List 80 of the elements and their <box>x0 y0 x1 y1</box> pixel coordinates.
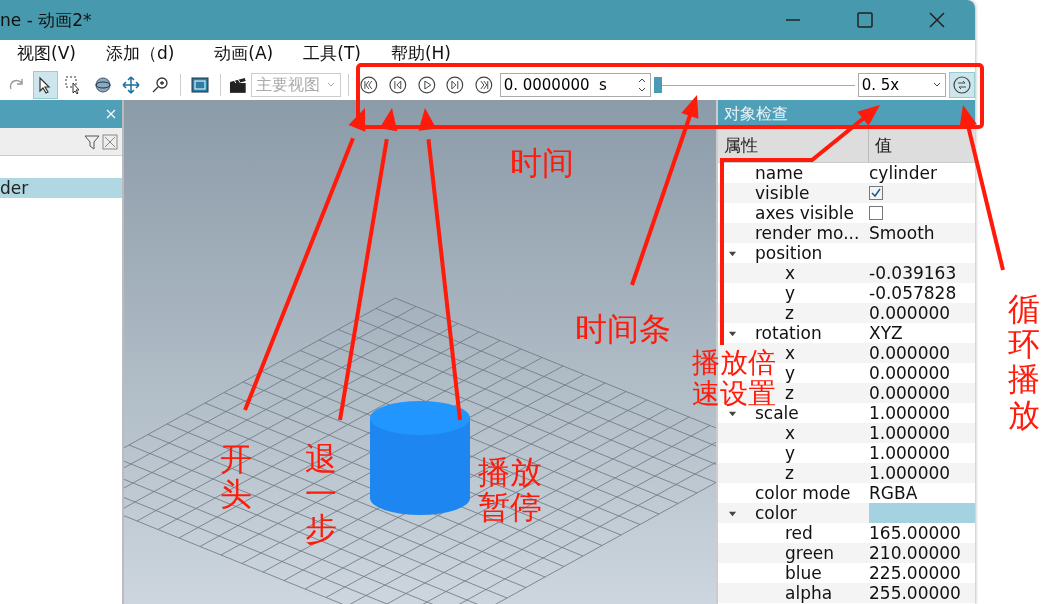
property-name: render mo... <box>755 223 860 243</box>
property-name: axes visible <box>755 203 854 223</box>
property-value: 0.000000 <box>869 343 951 363</box>
property-name: alpha <box>785 583 833 603</box>
menu-item[interactable]: 工具(T) <box>303 42 361 65</box>
close-icon[interactable] <box>106 109 116 119</box>
property-value: 165.00000 <box>869 523 961 543</box>
annotation-label: 退一步 <box>305 442 337 548</box>
play-icon[interactable] <box>416 75 437 95</box>
checkbox[interactable] <box>869 206 883 220</box>
property-value: 1.000000 <box>869 423 951 443</box>
property-name: z <box>785 383 794 403</box>
property-value: 0.000000 <box>869 363 951 383</box>
property-value: RGBA <box>869 483 918 503</box>
scene-item[interactable]: der <box>0 178 122 198</box>
maximize-icon[interactable] <box>855 10 875 30</box>
property-value: 0.000000 <box>869 383 951 403</box>
annotation-label: 循环播放 <box>1008 292 1040 433</box>
step-back-icon[interactable] <box>388 75 408 95</box>
annotation-label: 时间条 <box>575 312 671 348</box>
property-value: XYZ <box>869 323 903 343</box>
loop-icon <box>952 75 973 95</box>
property-value: -0.057828 <box>869 283 957 303</box>
property-value: -0.039163 <box>869 263 957 283</box>
property-name: z <box>785 303 794 323</box>
last-icon[interactable] <box>474 75 494 95</box>
property-value: 255.00000 <box>869 583 961 603</box>
fit-icon <box>190 75 211 95</box>
property-name: green <box>785 543 835 563</box>
filter-icon[interactable] <box>84 133 100 150</box>
property-name: y <box>785 363 796 383</box>
panel-title: 对象检查 <box>724 103 788 125</box>
property-value: 225.00000 <box>869 563 961 583</box>
property-name: color <box>755 503 797 523</box>
select-tool-button[interactable] <box>32 71 59 99</box>
annotation-label: 播放暂停 <box>478 455 542 526</box>
loop-button[interactable] <box>949 72 975 98</box>
property-name: x <box>785 423 796 443</box>
slider-thumb[interactable] <box>654 77 663 93</box>
property-name: x <box>785 263 796 283</box>
property-name: rotation <box>755 323 822 343</box>
property-name: name <box>755 163 804 183</box>
column-header[interactable]: 值 <box>869 128 892 162</box>
property-name: color mode <box>755 483 851 503</box>
checkmark-icon <box>870 187 882 199</box>
property-value: 1.000000 <box>869 443 951 463</box>
property-name: visible <box>755 183 810 203</box>
column-header[interactable]: 属性 <box>718 128 869 162</box>
first-icon[interactable] <box>359 75 380 95</box>
annotation-label: 开头 <box>220 442 252 513</box>
close-icon[interactable] <box>927 10 947 30</box>
window-title: ne - 动画2* <box>0 8 92 32</box>
checkbox[interactable] <box>869 186 883 200</box>
property-value: 1.000000 <box>869 403 951 423</box>
property-value: 210.00000 <box>869 543 961 563</box>
property-name: y <box>785 443 796 463</box>
property-name: position <box>755 243 823 263</box>
property-value: 0.000000 <box>869 303 951 323</box>
move-icon <box>121 75 142 95</box>
speed-dropdown[interactable]: 0. 5x <box>857 73 947 97</box>
time-field[interactable]: 0. 0000000 s <box>499 73 652 97</box>
orbit-icon <box>92 75 113 95</box>
color-swatch[interactable] <box>869 503 975 523</box>
clapperboard-icon[interactable] <box>228 75 248 95</box>
menu-item[interactable]: 帮助(H) <box>390 42 451 65</box>
menu-item[interactable]: 动画(A) <box>214 42 274 65</box>
step-forward-icon[interactable] <box>445 75 465 95</box>
menu-item[interactable]: 视图(V) <box>17 42 76 65</box>
property-name: z <box>785 463 794 483</box>
property-name: blue <box>785 563 822 583</box>
property-value: cylinder <box>869 163 937 183</box>
clear-icon[interactable] <box>102 133 118 150</box>
property-name: x <box>785 343 796 363</box>
menu-item[interactable]: 添加（d) <box>105 42 175 65</box>
property-value: 1.000000 <box>869 463 951 483</box>
property-name: y <box>785 283 796 303</box>
property-name: red <box>785 523 813 543</box>
time-slider[interactable] <box>654 75 855 95</box>
annotation-label: 时间 <box>510 146 574 182</box>
property-value: Smooth <box>869 223 935 243</box>
